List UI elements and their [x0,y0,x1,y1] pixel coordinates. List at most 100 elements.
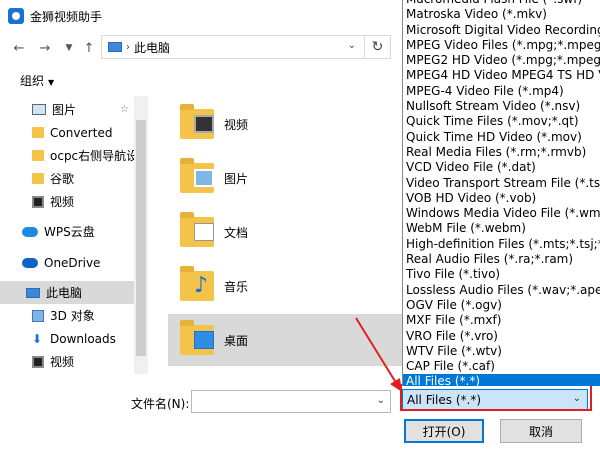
filetype-option[interactable]: Real Media Files (*.rm;*.rmvb) [403,145,600,160]
filename-dropdown-icon[interactable]: ⌄ [377,395,385,406]
sidebar-item-videos[interactable]: 视频 [32,190,134,213]
desktop-folder-icon [180,320,214,355]
filename-label: 文件名(N): [131,397,190,411]
filetype-option[interactable]: Tivo File (*.tivo) [403,267,600,282]
address-bar[interactable]: › 此电脑 ⌄ [101,35,391,59]
sidebar-item-label: WPS云盘 [44,225,95,239]
filetype-option[interactable]: WebM File (*.webm) [403,221,600,236]
documents-folder-icon [180,212,214,247]
file-name: 桌面 [224,333,249,348]
sidebar-scrollbar-thumb[interactable] [136,120,146,356]
filetype-option[interactable]: Quick Time HD Video (*.mov) [403,130,600,145]
sidebar-item-converted[interactable]: Converted [32,121,134,144]
breadcrumb-chevron-icon[interactable]: › [126,42,130,53]
music-folder-icon: ♪ [180,266,214,301]
filetype-option[interactable]: VRO File (*.vro) [403,329,600,344]
filetype-option[interactable]: Microsoft Digital Video Recording (*.dvr… [403,23,600,38]
window-title: 金狮视频助手 [30,9,103,24]
filetype-option[interactable]: Quick Time Files (*.mov;*.qt) [403,114,600,129]
organize-label: 组织 [20,73,45,88]
list-item[interactable]: ♪ 音乐 [168,260,404,312]
sidebar-item-label: 3D 对象 [50,309,95,323]
pictures-folder-icon [180,158,214,193]
filetype-option[interactable]: Windows Media Video File (*.wmv) [403,206,600,221]
sidebar-item-3d-objects[interactable]: 3D 对象 [32,304,134,327]
back-arrow-icon[interactable]: ← [8,36,30,60]
filetype-option[interactable]: MPEG2 HD Video (*.mpg;*.mpeg) [403,53,600,68]
cancel-button[interactable]: 取消 [500,419,582,443]
filetype-option[interactable]: Macromedia Flash File (*.swf) [403,0,600,7]
sidebar-item-label: 视频 [50,195,75,209]
filetype-option[interactable]: Video Transport Stream File (*.ts) [403,176,600,191]
list-item[interactable]: 桌面 [168,314,404,366]
filetype-option[interactable]: Matroska Video (*.mkv) [403,7,600,22]
folder-icon [32,127,44,138]
file-name: 图片 [224,171,249,186]
sidebar-item-label: Downloads [50,331,116,346]
video-icon [32,195,44,208]
filetype-option[interactable]: MPEG-4 Video File (*.mp4) [403,84,600,99]
filetype-option[interactable]: MPEG Video Files (*.mpg;*.mpeg;*.m2v) [403,38,600,53]
sidebar-item-google[interactable]: 谷歌 [32,167,134,190]
caret-down-icon: ▼ [48,77,55,87]
videos-folder-icon [180,104,214,139]
sidebar-item-label: 此电脑 [46,286,83,300]
folder-icon [32,173,44,184]
filetype-option[interactable]: Lossless Audio Files (*.wav;*.ape;*.flac… [403,283,600,298]
filetype-option[interactable]: Real Audio Files (*.ra;*.ram) [403,252,600,267]
computer-icon [108,42,122,52]
file-name: 文档 [224,225,249,240]
sidebar-item-onedrive[interactable]: OneDrive [22,251,134,274]
file-name: 视频 [224,117,249,132]
refresh-icon[interactable]: ↻ [364,35,390,59]
sidebar-item-videos-2[interactable]: 视频 [32,350,134,373]
sidebar-item-pictures[interactable]: 图片 ☆ [32,98,134,121]
wps-cloud-icon [22,226,38,237]
sidebar-item-label: 视频 [50,355,75,369]
sidebar-item-downloads[interactable]: ⬇ Downloads [32,327,134,350]
annotation-highlight-box [400,384,592,411]
folder-icon [32,150,44,161]
file-list: 视频 图片 文档 ♪ 音乐 桌面 [148,96,404,374]
video-icon [32,355,44,368]
navigation-pane: 图片 ☆ Converted ocpc右侧导航设 谷歌 视频 WPS云盘 One… [0,96,148,374]
filetype-option[interactable]: VOB HD Video (*.vob) [403,191,600,206]
filetype-option[interactable]: WTV File (*.wtv) [403,344,600,359]
sidebar-item-label: ocpc右侧导航设 [50,149,139,163]
address-dropdown-icon[interactable]: ⌄ [348,40,356,51]
up-arrow-icon[interactable]: ↑ [78,36,100,60]
filename-input[interactable]: ⌄ [191,390,391,413]
sidebar-item-label: 谷歌 [50,172,75,186]
breadcrumb-current[interactable]: 此电脑 [134,39,170,56]
filetype-option[interactable]: VCD Video File (*.dat) [403,160,600,175]
filetype-option[interactable]: All Files (*.*) [403,374,600,386]
sidebar-item-label: OneDrive [44,255,101,270]
filetype-dropdown-list: Macromedia Flash File (*.swf)Matroska Vi… [402,0,600,386]
3d-objects-icon [32,309,44,322]
list-item[interactable]: 文档 [168,206,404,258]
filetype-option[interactable]: OGV File (*.ogv) [403,298,600,313]
filetype-option[interactable]: MXF File (*.mxf) [403,313,600,328]
sidebar-item-label: Converted [50,125,113,140]
filetype-option[interactable]: Nullsoft Stream Video (*.nsv) [403,99,600,114]
app-logo-icon [8,8,24,24]
downloads-icon: ⬇ [32,331,43,346]
forward-arrow-icon[interactable]: → [34,36,56,60]
filetype-option[interactable]: CAP File (*.caf) [403,359,600,374]
filetype-option[interactable]: High-definition Files (*.mts;*.tsj;*.m2t… [403,237,600,252]
onedrive-icon [22,257,38,268]
recent-locations-chevron-icon[interactable]: ▼ [58,36,80,60]
list-item[interactable]: 视频 [168,98,404,150]
pin-icon[interactable]: ☆ [120,104,129,115]
sidebar-item-label: 图片 [52,103,77,117]
sidebar-item-wps-cloud[interactable]: WPS云盘 [22,220,134,243]
file-name: 音乐 [224,279,249,294]
sidebar-item-this-pc[interactable]: 此电脑 [0,281,134,304]
filetype-option[interactable]: MPEG4 HD Video MPEG4 TS HD Video [403,68,600,83]
sidebar-item-ocpc[interactable]: ocpc右侧导航设 [32,144,138,167]
computer-icon [26,287,40,298]
organize-menu-button[interactable]: 组织 ▼ [20,72,54,89]
pictures-icon [32,104,46,115]
open-button[interactable]: 打开(O) [404,419,484,443]
list-item[interactable]: 图片 [168,152,404,204]
